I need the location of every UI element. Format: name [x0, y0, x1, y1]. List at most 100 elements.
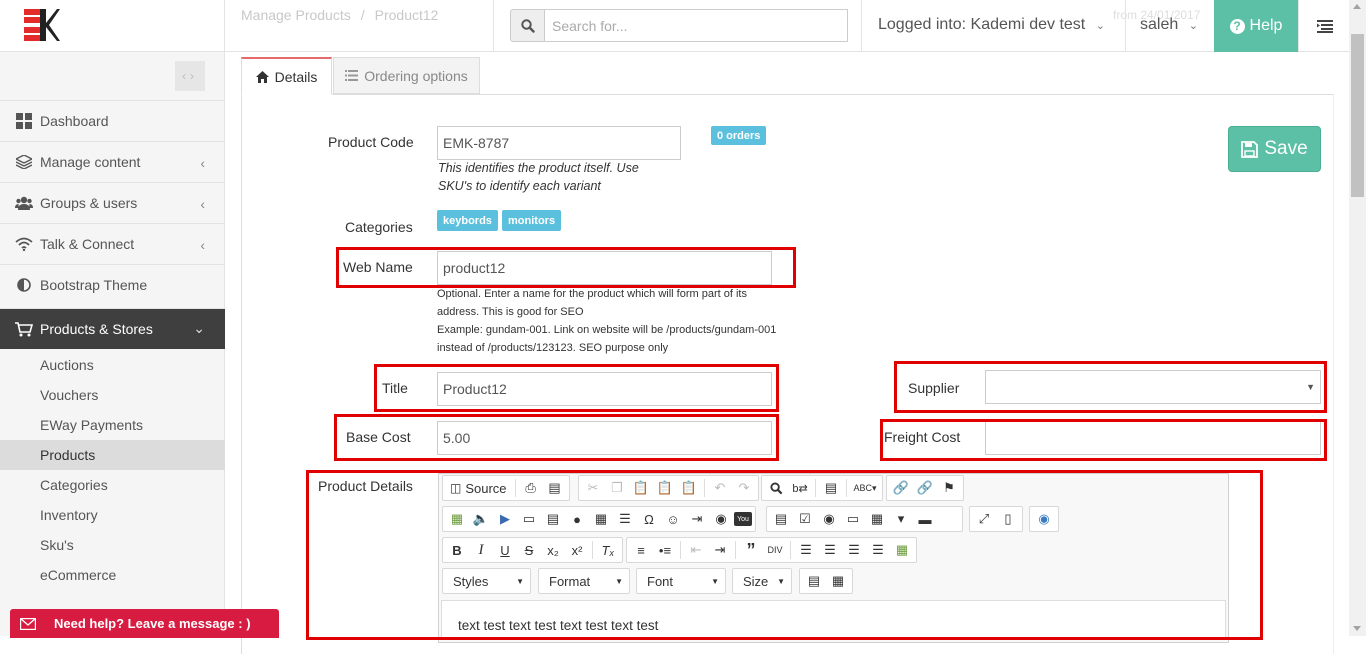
checkbox-icon[interactable]: ☑ [794, 508, 816, 530]
print-icon[interactable]: ⎙ [520, 477, 542, 499]
site-selector[interactable]: Logged into: Kademi dev test ⌄ from 24/0… [862, 0, 1200, 52]
about-icon[interactable]: ◉ [1033, 508, 1055, 530]
bulleted-list-icon[interactable]: •≡ [654, 539, 676, 561]
copy-icon[interactable]: ❐ [606, 477, 628, 499]
editor-content-area[interactable]: text test text test text test text test [441, 600, 1226, 640]
supplier-select[interactable]: ▼ [985, 370, 1321, 404]
size-dropdown[interactable]: Size ▼ [732, 568, 792, 594]
sidebar-item-manage-content[interactable]: Manage content ‹ [0, 141, 225, 182]
align-right-icon[interactable]: ☰ [843, 539, 865, 561]
numbered-list-icon[interactable]: ≡ [630, 539, 652, 561]
special-char-icon[interactable]: Ω [638, 508, 660, 530]
italic-icon[interactable]: I [470, 539, 492, 561]
smiley-icon[interactable]: ☺ [662, 508, 684, 530]
table-icon[interactable]: ▦ [590, 508, 612, 530]
show-blocks-icon[interactable]: ▯ [997, 508, 1019, 530]
textarea-icon[interactable]: ▦ [866, 508, 888, 530]
anchor-flag-icon[interactable]: ⚑ [938, 477, 960, 499]
scroll-up-arrow-icon[interactable] [1353, 4, 1361, 9]
outdent-icon[interactable]: ⇤ [685, 539, 707, 561]
page-scrollbar[interactable] [1349, 0, 1366, 636]
cut-icon[interactable]: ✂ [582, 477, 604, 499]
image-icon[interactable]: ▦ [446, 508, 468, 530]
paste-icon[interactable]: 📋 [630, 477, 652, 499]
paste-text-icon[interactable]: 📋 [654, 477, 676, 499]
underline-icon[interactable]: U [494, 539, 516, 561]
strikethrough-icon[interactable]: S [518, 539, 540, 561]
title-input[interactable]: Product12 [437, 372, 772, 406]
freight-cost-input[interactable] [985, 421, 1321, 455]
redo-icon[interactable]: ↷ [733, 477, 755, 499]
create-div-icon[interactable]: DIV [764, 539, 786, 561]
sidebar-subitem-vouchers[interactable]: Vouchers [0, 380, 225, 410]
text-color-icon[interactable]: ▤ [803, 570, 825, 592]
radio-icon[interactable]: ◉ [818, 508, 840, 530]
sidebar-subitem-inventory[interactable]: Inventory [0, 500, 225, 530]
remove-format-icon[interactable]: Tₓ [597, 539, 619, 561]
menu-toggle-button[interactable] [1298, 0, 1350, 52]
sidebar-item-talk-connect[interactable]: Talk & Connect ‹ [0, 223, 225, 264]
div-container-icon[interactable]: ▤ [542, 508, 564, 530]
iframe-icon[interactable]: ▭ [518, 508, 540, 530]
link-icon[interactable]: 🔗 [890, 477, 912, 499]
bold-icon[interactable]: B [446, 539, 468, 561]
sidebar-subitem-eway-payments[interactable]: EWay Payments [0, 410, 225, 440]
category-tag-keybords[interactable]: keybords [437, 210, 498, 231]
audio-icon[interactable]: 🔈 [470, 508, 492, 530]
background-color-icon[interactable]: ▦ [827, 570, 849, 592]
horizontal-rule-icon[interactable]: ☰ [614, 508, 636, 530]
align-center-icon[interactable]: ☰ [819, 539, 841, 561]
font-dropdown[interactable]: Font ▼ [636, 568, 726, 594]
blockquote-icon[interactable]: ” [740, 539, 762, 561]
maximize-icon[interactable]: ⤢ [973, 508, 995, 530]
orders-badge[interactable]: 0 orders [711, 126, 767, 145]
sidebar-subitem-skus[interactable]: Sku's [0, 530, 225, 560]
replace-icon[interactable]: b⇄ [789, 477, 811, 499]
user-menu[interactable]: saleh ⌄ [1126, 0, 1214, 52]
justify-icon[interactable]: ☰ [867, 539, 889, 561]
button-field-icon[interactable]: ▬ [914, 508, 936, 530]
breadcrumb-manage-products[interactable]: Manage Products [241, 7, 351, 23]
sidebar-item-dashboard[interactable]: Dashboard [0, 100, 225, 141]
scroll-thumb[interactable] [1351, 34, 1364, 197]
base-cost-input[interactable]: 5.00 [437, 421, 772, 455]
paste-word-icon[interactable]: 📋 [678, 477, 700, 499]
align-left-icon[interactable]: ☰ [795, 539, 817, 561]
flash-icon[interactable]: ● [566, 508, 588, 530]
styles-dropdown[interactable]: Styles ▼ [442, 568, 531, 594]
video-icon[interactable]: ▶ [494, 508, 516, 530]
sidebar-subitem-auctions[interactable]: Auctions [0, 350, 225, 380]
superscript-icon[interactable]: x² [566, 539, 588, 561]
sidebar-item-groups-users[interactable]: Groups & users ‹ [0, 182, 225, 223]
map-icon[interactable]: ▦ [891, 539, 913, 561]
youtube-icon[interactable]: You [734, 512, 752, 526]
find-icon[interactable] [765, 477, 787, 499]
subscript-icon[interactable]: x₂ [542, 539, 564, 561]
kademi-logo[interactable] [24, 9, 60, 41]
scroll-down-arrow-icon[interactable] [1353, 626, 1361, 631]
spellcheck-icon[interactable]: ABC▾ [851, 477, 879, 499]
search-input[interactable] [545, 9, 848, 42]
sidebar-subitem-categories[interactable]: Categories [0, 470, 225, 500]
unlink-icon[interactable]: 🔗 [914, 477, 936, 499]
sidebar-collapse-button[interactable]: ‹ › [175, 61, 205, 91]
category-tag-monitors[interactable]: monitors [502, 210, 562, 231]
sidebar-subitem-products[interactable]: Products [0, 440, 225, 470]
help-chat-button[interactable]: Need help? Leave a message : ) [10, 609, 279, 638]
help-button[interactable]: ? Help [1214, 0, 1298, 52]
source-button[interactable]: ◫ Source [446, 477, 511, 499]
sidebar-item-products-stores[interactable]: Products & Stores ⌄ [0, 308, 225, 349]
tab-details[interactable]: Details [241, 57, 332, 95]
select-all-icon[interactable]: ▤ [820, 477, 842, 499]
tab-ordering-options[interactable]: Ordering options [333, 57, 480, 94]
templates-icon[interactable]: ▤ [544, 477, 566, 499]
textfield-icon[interactable]: ▭ [842, 508, 864, 530]
indent-icon[interactable]: ⇥ [709, 539, 731, 561]
search-button[interactable] [510, 9, 545, 42]
sidebar-item-bootstrap-theme[interactable]: Bootstrap Theme [0, 264, 225, 305]
product-code-input[interactable]: EMK-8787 [437, 126, 681, 160]
undo-icon[interactable]: ↶ [709, 477, 731, 499]
format-dropdown[interactable]: Format ▼ [538, 568, 630, 594]
form-icon[interactable]: ▤ [770, 508, 792, 530]
page-break-icon[interactable]: ⇥ [686, 508, 708, 530]
